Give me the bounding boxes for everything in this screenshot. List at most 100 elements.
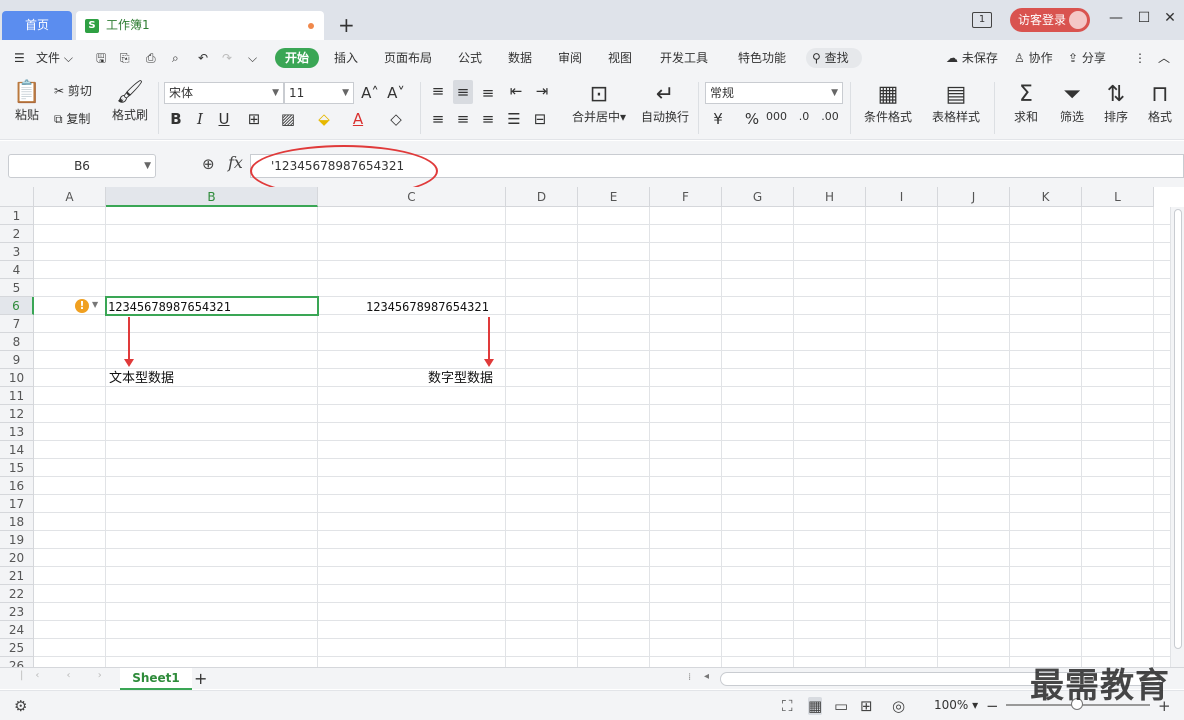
quick-access-dropdown-icon[interactable]: ⌵ (248, 40, 257, 76)
menu-developer[interactable]: 开发工具 (660, 40, 708, 76)
vertical-scrollbar[interactable] (1170, 207, 1184, 667)
indent-decrease-icon[interactable]: ⇤ (506, 82, 526, 100)
column-header-k[interactable]: K (1010, 187, 1082, 207)
indent-increase-icon[interactable]: ⇥ (532, 82, 552, 100)
row-header-2[interactable]: 2 (0, 225, 34, 243)
page-layout-view-icon[interactable]: ▭ (834, 697, 848, 715)
row-header-18[interactable]: 18 (0, 513, 34, 531)
redo-icon[interactable]: ↷ (222, 40, 232, 76)
row-header-26[interactable]: 26 (0, 657, 34, 667)
row-header-6[interactable]: 6 (0, 297, 34, 315)
share-button[interactable]: ⇪ 分享 (1068, 40, 1106, 76)
row-header-25[interactable]: 25 (0, 639, 34, 657)
menu-data[interactable]: 数据 (508, 40, 532, 76)
conditional-format-button[interactable]: ▦ 条件格式 (858, 82, 918, 125)
align-right-icon[interactable]: ≡ (478, 110, 498, 128)
print-icon[interactable]: ⎙ (146, 40, 156, 76)
row-header-5[interactable]: 5 (0, 279, 34, 297)
increase-decimal-icon[interactable]: .0 (794, 110, 814, 123)
search-button[interactable]: ⚲ 查找 (806, 48, 862, 68)
column-header-b[interactable]: B (106, 187, 318, 207)
copy-button[interactable]: ⧉ 复制 (54, 110, 90, 127)
menu-start[interactable]: 开始 (275, 48, 320, 68)
row-header-13[interactable]: 13 (0, 423, 34, 441)
menu-page-layout[interactable]: 页面布局 (384, 40, 432, 76)
border-icon[interactable]: ⊞ (244, 110, 264, 128)
row-header-9[interactable]: 9 (0, 351, 34, 369)
row-header-4[interactable]: 4 (0, 261, 34, 279)
row-header-24[interactable]: 24 (0, 621, 34, 639)
italic-button[interactable]: I (190, 110, 210, 128)
restore-button[interactable]: ☐ (1134, 10, 1154, 26)
login-button[interactable]: 访客登录 (1010, 8, 1090, 32)
fx-icon[interactable]: fx (228, 153, 243, 172)
row-header-8[interactable]: 8 (0, 333, 34, 351)
menu-formula[interactable]: 公式 (458, 40, 482, 76)
align-center-icon[interactable]: ≡ (453, 110, 473, 128)
align-bottom-icon[interactable]: ≡ (478, 84, 498, 102)
merge-center-button[interactable]: ⊡ 合并居中▾ (568, 82, 630, 125)
tab-workbook[interactable]: S 工作簿1 (76, 11, 324, 40)
row-header-21[interactable]: 21 (0, 567, 34, 585)
fill-color-icon[interactable]: ⬙ (314, 110, 334, 128)
column-header-d[interactable]: D (506, 187, 578, 207)
currency-button[interactable]: ¥ (708, 110, 728, 128)
column-header-l[interactable]: L (1082, 187, 1154, 207)
decrease-decimal-icon[interactable]: .00 (820, 110, 840, 123)
row-header-7[interactable]: 7 (0, 315, 34, 333)
menu-file[interactable]: 文件 ⌵ (36, 40, 73, 76)
column-header-j[interactable]: J (938, 187, 1010, 207)
normal-view-icon[interactable]: ▦ (808, 697, 823, 715)
eraser-icon[interactable]: ◇ (386, 110, 406, 128)
format-button[interactable]: ⊓ 格式 (1142, 82, 1178, 125)
split-handle-icon[interactable]: ⁞ (688, 672, 691, 683)
collab-button[interactable]: ♙ 协作 (1014, 40, 1053, 76)
save-icon[interactable]: 🖫 (96, 40, 106, 76)
fullscreen-icon[interactable]: ⛶ (782, 697, 793, 715)
add-sheet-button[interactable]: + (194, 668, 207, 690)
bold-button[interactable]: B (166, 110, 186, 128)
paste-button[interactable]: 📋 粘贴 (10, 80, 44, 123)
format-painter-button[interactable]: 🖌 格式刷 (110, 80, 150, 123)
wrap-text-button[interactable]: ↵ 自动换行 (638, 82, 692, 125)
window-count-badge[interactable]: 1 (972, 12, 992, 28)
more-icon[interactable]: ⋮ (1134, 40, 1146, 76)
filter-button[interactable]: ⏷ 筛选 (1054, 82, 1090, 125)
row-header-20[interactable]: 20 (0, 549, 34, 567)
collapse-ribbon-icon[interactable]: ︿ (1158, 40, 1170, 76)
row-header-17[interactable]: 17 (0, 495, 34, 513)
zoom-level[interactable]: 100% ▾ (934, 698, 978, 712)
align-left-icon[interactable]: ≡ (428, 110, 448, 128)
column-header-f[interactable]: F (650, 187, 722, 207)
row-header-3[interactable]: 3 (0, 243, 34, 261)
column-header-i[interactable]: I (866, 187, 938, 207)
menu-review[interactable]: 审阅 (558, 40, 582, 76)
column-header-h[interactable]: H (794, 187, 866, 207)
sum-button[interactable]: Σ 求和 (1008, 82, 1044, 125)
select-all-corner[interactable] (0, 187, 34, 207)
thousands-icon[interactable]: 000 (766, 110, 787, 123)
warning-dropdown-icon[interactable]: ▼ (92, 300, 98, 309)
row-header-1[interactable]: 1 (0, 207, 34, 225)
row-header-16[interactable]: 16 (0, 477, 34, 495)
align-top-icon[interactable]: ≡ (428, 82, 448, 100)
row-header-14[interactable]: 14 (0, 441, 34, 459)
menu-special[interactable]: 特色功能 (738, 40, 786, 76)
row-header-15[interactable]: 15 (0, 459, 34, 477)
distributed-icon[interactable]: ⊟ (530, 110, 550, 128)
scroll-left-icon[interactable]: ◂ (704, 671, 709, 682)
font-name-select[interactable]: 宋体 ▼ (164, 82, 284, 104)
close-button[interactable]: ✕ (1160, 10, 1180, 26)
increase-font-icon[interactable]: A˄ (360, 84, 380, 102)
scrollbar-thumb[interactable] (1174, 209, 1182, 649)
sheet-tab-sheet1[interactable]: Sheet1 (120, 668, 192, 690)
page-break-view-icon[interactable]: ⊞ (860, 697, 873, 715)
decrease-font-icon[interactable]: A˅ (386, 84, 406, 102)
tab-home[interactable]: 首页 (2, 11, 72, 40)
zoom-out-button[interactable]: − (986, 697, 999, 715)
cut-button[interactable]: ✂ 剪切 (54, 82, 92, 99)
column-header-a[interactable]: A (34, 187, 106, 207)
justify-icon[interactable]: ☰ (504, 110, 524, 128)
name-box[interactable]: B6 ▼ (8, 154, 156, 178)
row-header-10[interactable]: 10 (0, 369, 34, 387)
